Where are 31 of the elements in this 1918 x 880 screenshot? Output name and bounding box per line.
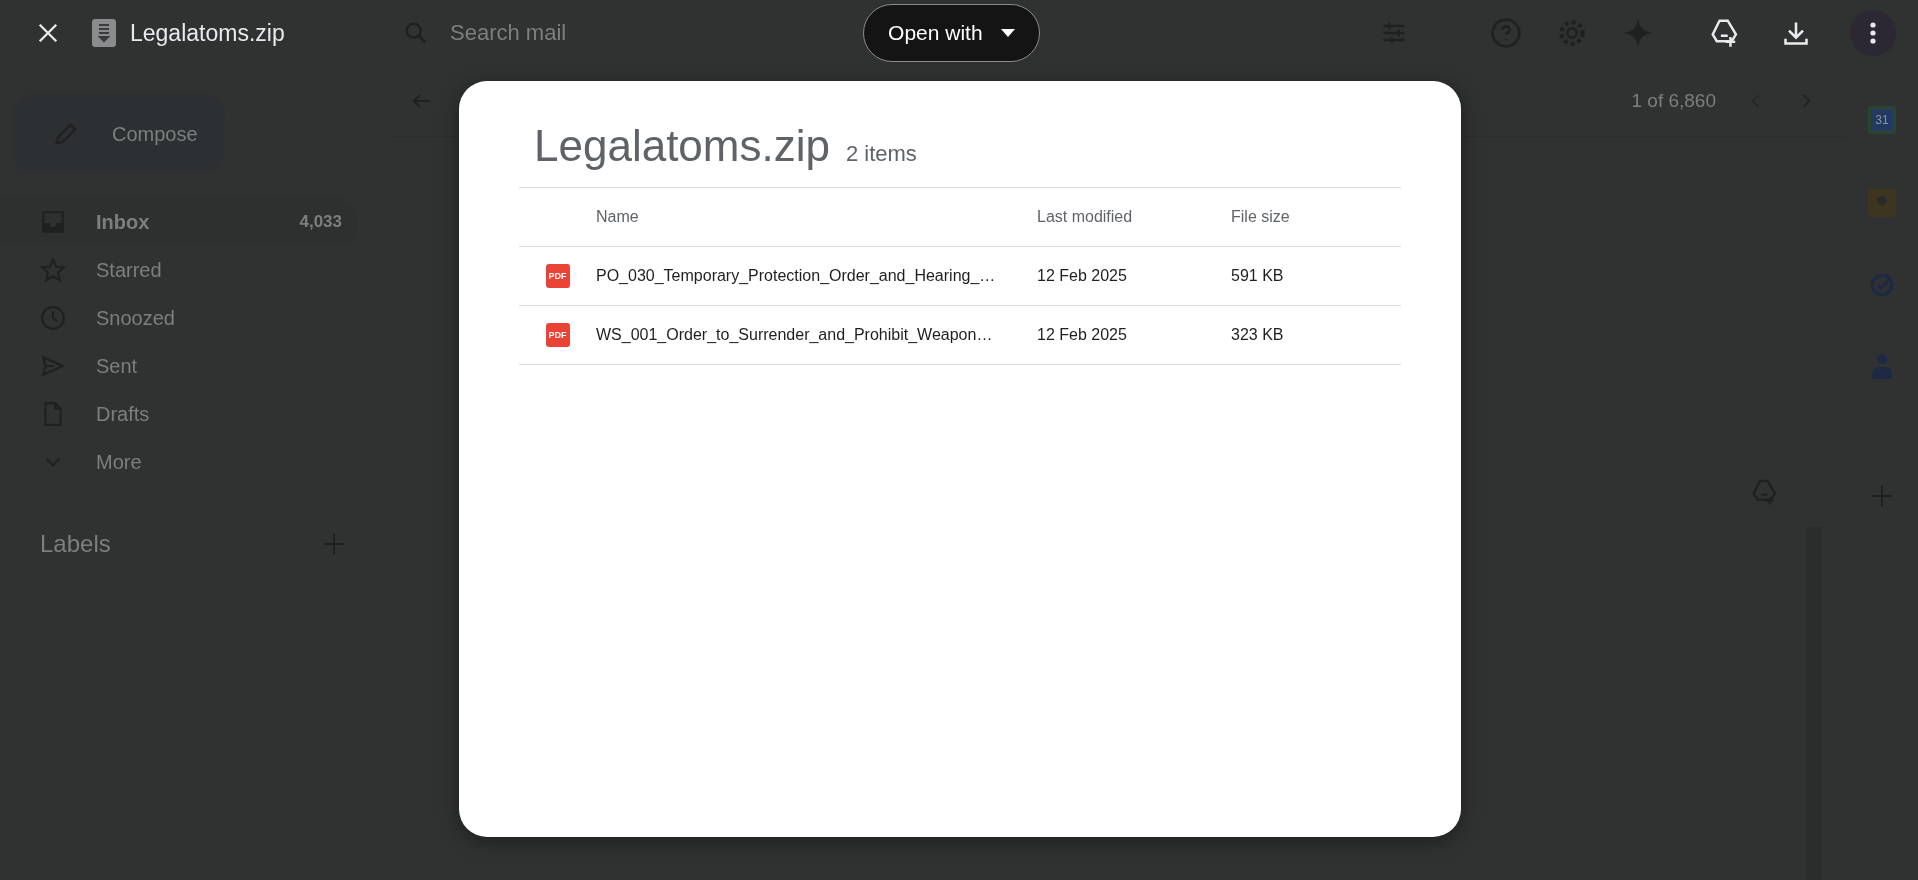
close-icon[interactable] [37,22,59,44]
column-header: Name [596,208,640,226]
more-options-button[interactable] [1850,10,1896,56]
file-title: Legalatoms.zip [130,19,285,47]
pager-text: 1 of 6,860 [1631,90,1716,112]
pdf-icon: PDF [545,323,570,347]
labels-heading: Labels [40,530,111,558]
calendar-icon[interactable]: 31 [1868,106,1896,134]
more-vertical-icon [1869,21,1877,45]
item-count: 2 items [845,141,917,167]
open-with-button[interactable]: Open with [863,4,1040,62]
file-row[interactable]: PDF WS_001_Order_to_Surrender_and_Prohibit_Weapon… 12 Feb 2025 323 KB [519,306,1401,365]
column-header: Last modified [1037,208,1134,226]
compose-button[interactable]: Compose [12,94,225,174]
file-name: WS_001_Order_to_Surrender_and_Prohibit_Weapon… [596,326,994,344]
file-name: PO_030_Temporary_Protection_Order_and_Hearing_… [596,267,997,285]
zip-file-icon [92,19,116,47]
file-size: 323 KB [1231,326,1285,344]
nav-item[interactable]: Starred [0,246,358,294]
dialog-title: Legalatoms.zip [534,121,830,171]
modified-date: 12 Feb 2025 [1037,326,1128,344]
nav-item[interactable]: Snoozed [0,294,358,342]
nav-item[interactable]: Drafts [0,390,358,438]
file-size: 591 KB [1231,267,1285,285]
column-header: File size [1231,208,1291,226]
pdf-icon: PDF [545,264,570,288]
modified-date: 12 Feb 2025 [1037,267,1128,285]
file-row[interactable]: PDF PO_030_Temporary_Protection_Order_and_Hearing_… 12 Feb 2025 591 KB [519,247,1401,306]
nav-item[interactable]: More [0,438,358,486]
nav-item[interactable]: Sent [0,342,358,390]
caret-icon [1000,29,1015,37]
